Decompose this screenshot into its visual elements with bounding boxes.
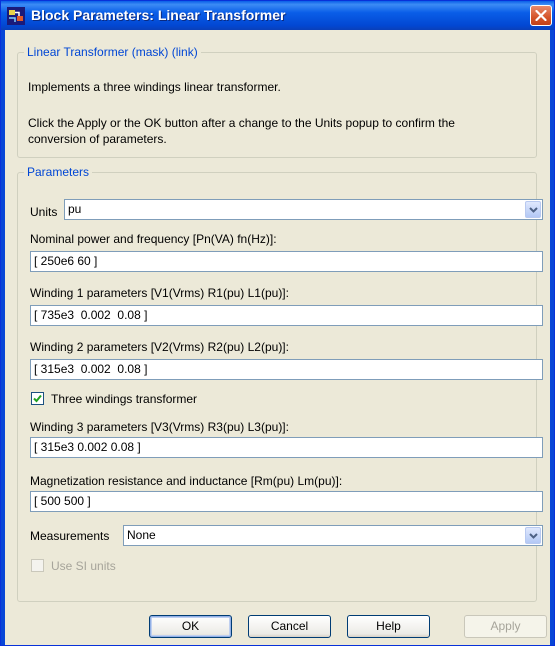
description-line-2b: conversion of parameters.: [28, 132, 167, 146]
apply-button[interactable]: Apply: [464, 615, 547, 638]
units-dropdown-value: pu: [68, 202, 82, 216]
close-button[interactable]: [530, 5, 552, 26]
chevron-down-icon[interactable]: [525, 527, 541, 544]
description-group-title: Linear Transformer (mask) (link): [24, 45, 201, 59]
winding2-label: Winding 2 parameters [V2(Vrms) R2(pu) L2…: [30, 340, 289, 354]
winding1-field[interactable]: [ 735e3 0.002 0.08 ]: [30, 305, 543, 326]
window-title: Block Parameters: Linear Transformer: [31, 7, 286, 23]
title-bar[interactable]: Block Parameters: Linear Transformer: [1, 1, 554, 30]
measurements-label: Measurements: [30, 529, 110, 543]
magnetization-field[interactable]: [ 500 500 ]: [30, 491, 543, 512]
use-si-units-checkbox[interactable]: [31, 559, 44, 572]
chevron-down-icon[interactable]: [525, 201, 541, 218]
three-windings-checkbox[interactable]: [31, 392, 44, 405]
simulink-block-icon: [7, 7, 25, 25]
measurements-dropdown-value: None: [127, 528, 156, 542]
description-line-2a: Click the Apply or the OK button after a…: [28, 116, 455, 130]
units-label: Units: [30, 205, 58, 219]
magnetization-label: Magnetization resistance and inductance …: [30, 474, 343, 488]
help-button[interactable]: Help: [347, 615, 430, 638]
window-frame-left: [1, 30, 5, 645]
winding2-field[interactable]: [ 315e3 0.002 0.08 ]: [30, 359, 543, 380]
measurements-dropdown[interactable]: None: [123, 525, 543, 546]
winding1-label: Winding 1 parameters [V1(Vrms) R1(pu) L1…: [30, 286, 289, 300]
winding3-field[interactable]: [ 315e3 0.002 0.08 ]: [30, 437, 543, 458]
ok-button[interactable]: OK: [149, 615, 232, 638]
description-line-1: Implements a three windings linear trans…: [28, 80, 281, 94]
units-dropdown[interactable]: pu: [64, 199, 543, 220]
winding3-label: Winding 3 parameters [V3(Vrms) R3(pu) L3…: [30, 420, 289, 434]
cancel-button[interactable]: Cancel: [248, 615, 331, 638]
dialog-window: Block Parameters: Linear Transformer Lin…: [0, 0, 555, 646]
nominal-power-label: Nominal power and frequency [Pn(VA) fn(H…: [30, 232, 277, 246]
nominal-power-field[interactable]: [ 250e6 60 ]: [30, 251, 543, 272]
window-frame-right: [550, 30, 554, 645]
use-si-units-label: Use SI units: [51, 559, 116, 573]
parameters-group-title: Parameters: [24, 165, 93, 179]
three-windings-label[interactable]: Three windings transformer: [51, 392, 197, 406]
